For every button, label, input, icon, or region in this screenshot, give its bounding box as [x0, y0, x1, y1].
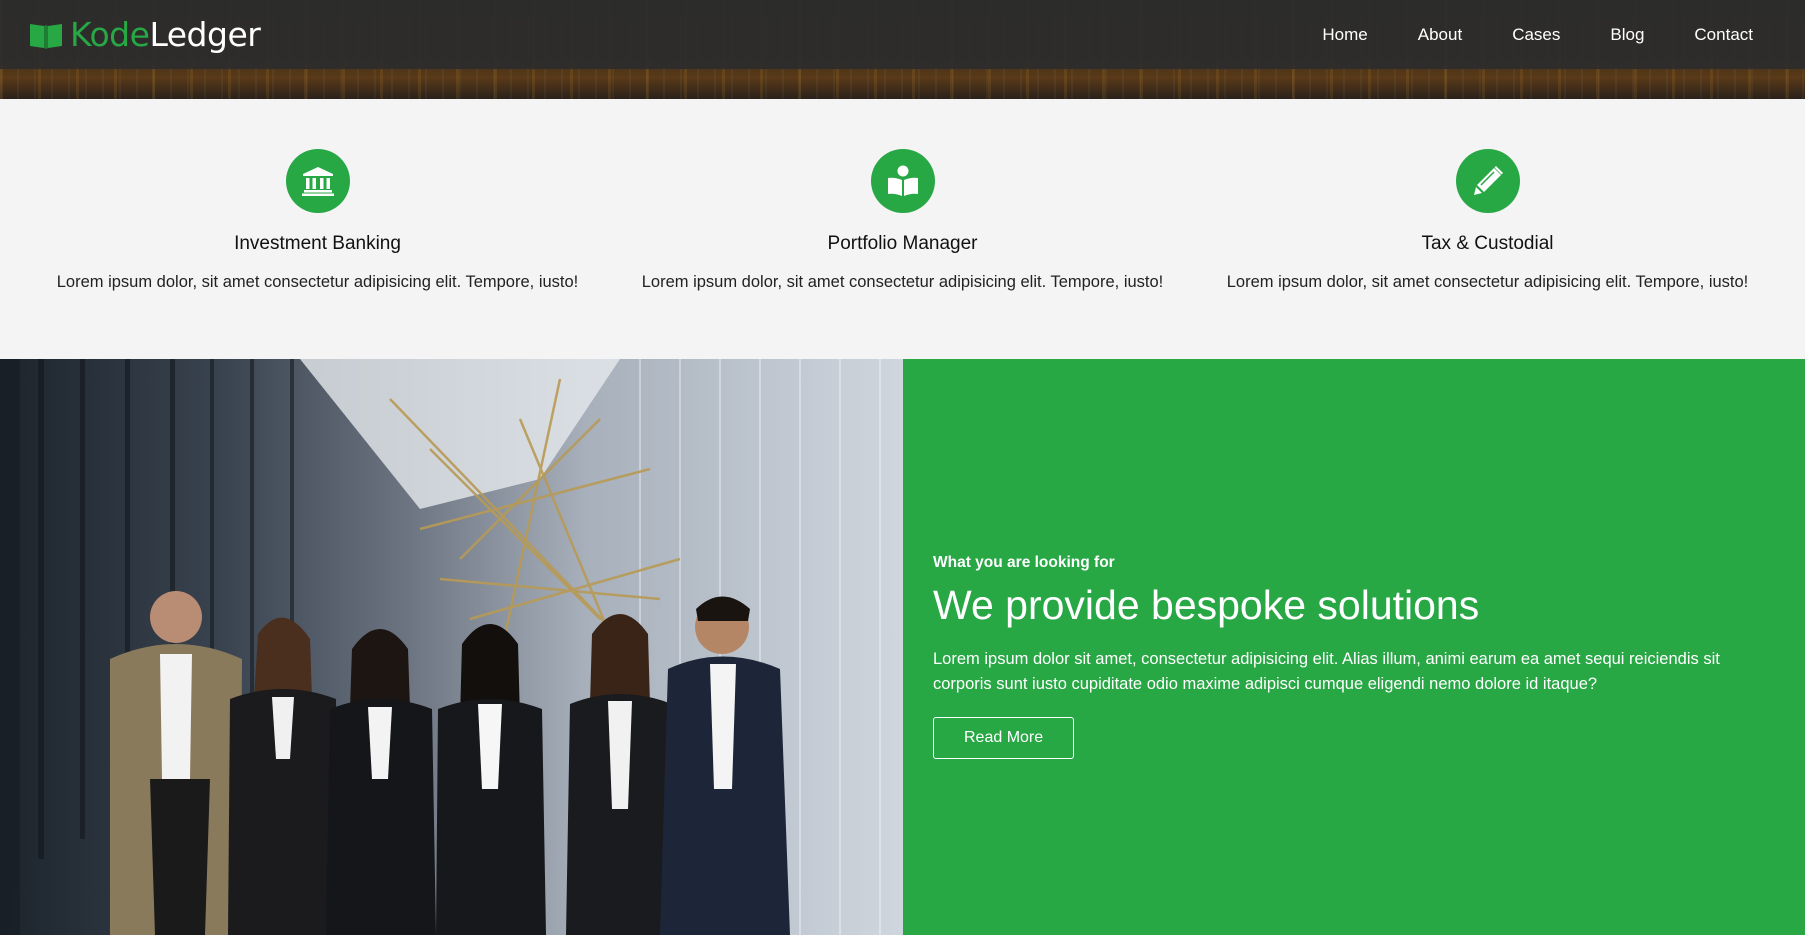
nav-contact[interactable]: Contact: [1694, 25, 1753, 45]
feature-description: Lorem ipsum dolor, sit amet consectetur …: [641, 273, 1164, 291]
main-nav: Home About Cases Blog Contact: [1322, 25, 1777, 45]
feature-investment-banking: Investment Banking Lorem ipsum dolor, si…: [25, 99, 610, 359]
brand-logo[interactable]: KodeLedger: [28, 15, 261, 54]
feature-title: Investment Banking: [234, 233, 401, 254]
brand-name: KodeLedger: [70, 15, 261, 54]
cta-panel: What you are looking for We provide besp…: [903, 359, 1805, 935]
nav-cases[interactable]: Cases: [1512, 25, 1560, 45]
bank-icon: [301, 167, 334, 196]
feature-icon-circle: [870, 149, 935, 213]
feature-description: Lorem ipsum dolor, sit amet consectetur …: [1226, 273, 1749, 291]
brand-name-part2: Ledger: [149, 15, 261, 54]
feature-title: Portfolio Manager: [827, 233, 978, 254]
feature-description: Lorem ipsum dolor, sit amet consectetur …: [56, 273, 579, 291]
feature-icon-circle: [285, 149, 350, 213]
navbar: KodeLedger Home About Cases Blog Contact: [0, 0, 1805, 69]
feature-portfolio-manager: Portfolio Manager Lorem ipsum dolor, sit…: [610, 99, 1195, 359]
brand-name-part1: Kode: [70, 15, 150, 54]
cta-headline: We provide bespoke solutions: [933, 582, 1480, 628]
cta-eyebrow: What you are looking for: [933, 554, 1115, 571]
nav-about[interactable]: About: [1418, 25, 1462, 45]
pencil-icon: [1473, 166, 1503, 195]
feature-tax-custodial: Tax & Custodial Lorem ipsum dolor, sit a…: [1195, 99, 1780, 359]
nav-blog[interactable]: Blog: [1610, 25, 1644, 45]
team-photo: [0, 359, 903, 935]
team-photo-illustration: [0, 359, 881, 935]
features-section: Investment Banking Lorem ipsum dolor, si…: [0, 99, 1805, 359]
book-icon: [30, 23, 62, 49]
about-section: What you are looking for We provide besp…: [0, 359, 1805, 935]
feature-title: Tax & Custodial: [1421, 233, 1554, 254]
reader-icon: [887, 165, 918, 196]
nav-home[interactable]: Home: [1322, 25, 1367, 45]
read-more-button[interactable]: Read More: [933, 717, 1075, 759]
cta-body: Lorem ipsum dolor sit amet, consectetur …: [933, 650, 1720, 693]
feature-icon-circle: [1455, 149, 1520, 213]
